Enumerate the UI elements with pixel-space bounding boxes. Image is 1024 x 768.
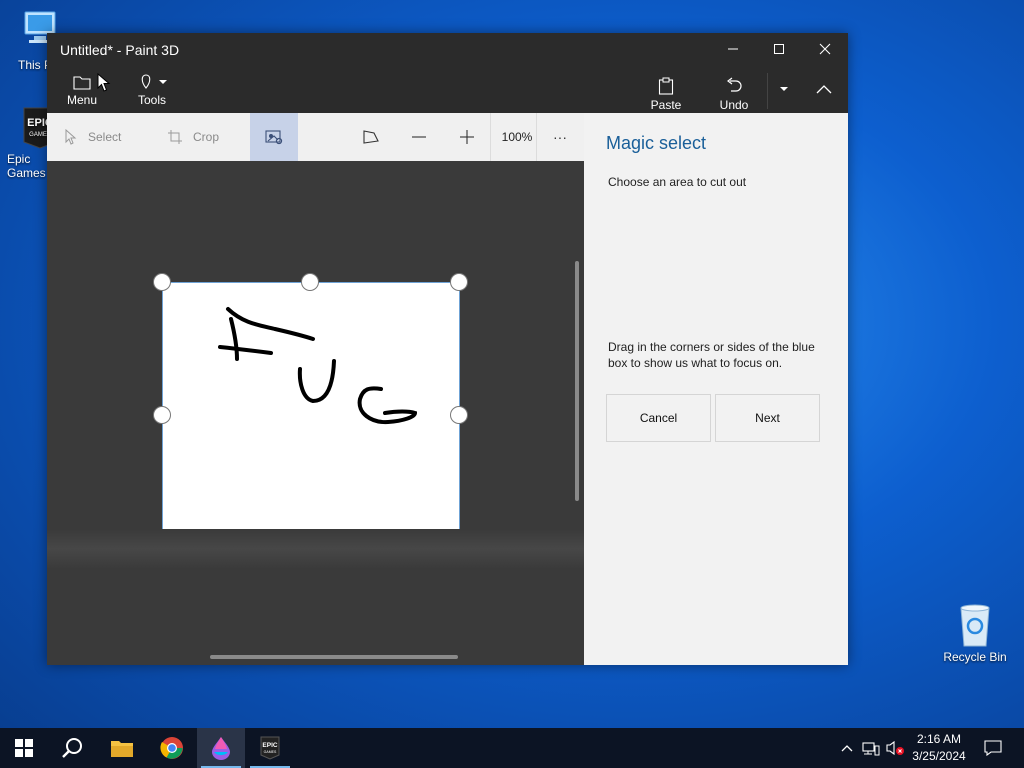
zoom-out-button[interactable]: [401, 113, 437, 161]
maximize-icon: [774, 44, 784, 54]
collapse-ribbon-button[interactable]: [807, 67, 841, 113]
menu-label: Menu: [66, 92, 98, 107]
file-explorer-icon: [111, 741, 133, 757]
tools-label: Tools: [137, 92, 166, 107]
selection-handle-top-right[interactable]: [450, 273, 468, 291]
selection-handle-top[interactable]: [301, 273, 319, 291]
start-button[interactable]: [0, 728, 48, 768]
tools-button[interactable]: Tools: [130, 67, 174, 113]
ribbon: Menu Tools Paste Undo: [47, 67, 848, 113]
system-clock[interactable]: 2:16 AM 3/25/2024: [906, 731, 972, 765]
selection-handle-left[interactable]: [153, 406, 171, 424]
svg-text:EPIC: EPIC: [262, 742, 277, 749]
crop-icon: [168, 130, 182, 144]
volume-button[interactable]: [884, 728, 906, 768]
panel-title: Magic select: [606, 133, 707, 153]
network-icon: [862, 742, 880, 756]
taskbar-chrome[interactable]: [148, 728, 196, 768]
select-tool-button[interactable]: Select: [64, 113, 154, 161]
select-label: Select: [88, 130, 122, 144]
toolbar-divider: [536, 113, 537, 161]
recycle-bin-icon: [960, 604, 990, 647]
undo-label: Undo: [719, 97, 749, 112]
cancel-button[interactable]: Cancel: [606, 394, 711, 442]
windows-logo-icon: [15, 739, 33, 757]
paste-button[interactable]: Paste: [644, 71, 688, 117]
undo-history-dropdown[interactable]: [772, 67, 796, 113]
taskbar-file-explorer[interactable]: [98, 728, 146, 768]
close-icon: [819, 43, 831, 55]
clock-time: 2:16 AM: [916, 732, 962, 746]
flag-3d-icon: [363, 130, 379, 144]
next-button[interactable]: Next: [715, 394, 820, 442]
undo-icon: [727, 77, 742, 92]
clock-date: 3/25/2024: [912, 749, 966, 763]
paint3d-window: Untitled* - Paint 3D Menu Tools Paste Un…: [47, 33, 848, 665]
close-button[interactable]: [802, 33, 848, 65]
title-bar[interactable]: Untitled* - Paint 3D: [47, 33, 848, 67]
paint3d-icon: [212, 737, 230, 760]
more-icon: ···: [553, 129, 567, 145]
crop-tool-button[interactable]: Crop: [167, 113, 257, 161]
undo-button[interactable]: Undo: [712, 71, 756, 117]
panel-hint: Drag in the corners or sides of the blue…: [608, 340, 815, 370]
minimize-icon: [728, 48, 738, 50]
magic-select-tool-button[interactable]: [250, 113, 298, 161]
view-3d-button[interactable]: [353, 113, 389, 161]
maximize-button[interactable]: [756, 33, 802, 65]
selection-handle-bottom[interactable]: [301, 539, 319, 557]
selection-toolbar: Select Crop 100% ···: [47, 113, 584, 161]
selection-handle-right[interactable]: [450, 406, 468, 424]
freehand-drawing: [218, 307, 418, 425]
desktop-icon-recycle-bin[interactable]: Recycle Bin: [938, 602, 1012, 664]
taskbar-paint3d[interactable]: [197, 728, 245, 768]
more-options-button[interactable]: ···: [542, 113, 578, 161]
select-arrow-icon: [65, 129, 77, 145]
zoom-level[interactable]: 100%: [494, 113, 540, 161]
volume-muted-icon: [886, 740, 904, 756]
ribbon-divider: [767, 73, 768, 109]
chevron-up-icon: [816, 84, 832, 93]
canvas-paper[interactable]: [162, 282, 460, 548]
mouse-cursor-icon: [97, 73, 111, 92]
network-status-button[interactable]: [860, 728, 882, 768]
minimize-button[interactable]: [710, 33, 756, 65]
vertical-scrollbar[interactable]: [575, 261, 579, 501]
selection-handle-top-left[interactable]: [153, 273, 171, 291]
crop-label: Crop: [193, 130, 220, 144]
canvas-area[interactable]: [47, 161, 584, 665]
search-button[interactable]: [48, 728, 96, 768]
desktop-icon-label: Epic Games Launcher: [7, 152, 46, 180]
chevron-down-icon: [780, 86, 788, 91]
notification-icon: [984, 740, 1002, 756]
tools-icon: [141, 73, 167, 89]
svg-text:GAMES: GAMES: [264, 750, 277, 754]
magic-select-panel: Magic select Choose an area to cut out D…: [584, 113, 848, 665]
folder-icon: [73, 75, 91, 90]
zoom-level-label: 100%: [501, 130, 533, 144]
taskbar-epic-games[interactable]: EPIC GAMES: [246, 728, 294, 768]
action-center-button[interactable]: [978, 728, 1008, 768]
desktop-icon-label: Recycle Bin: [943, 650, 1007, 664]
chrome-icon: [160, 737, 183, 759]
horizontal-scrollbar[interactable]: [210, 655, 458, 659]
window-title: Untitled* - Paint 3D: [60, 42, 180, 58]
epic-games-icon: EPIC GAMES: [260, 736, 280, 760]
show-hidden-icons-button[interactable]: [838, 728, 856, 768]
selection-handle-bottom-left[interactable]: [153, 539, 171, 557]
panel-subtitle: Choose an area to cut out: [608, 175, 747, 189]
zoom-in-button[interactable]: [449, 113, 485, 161]
minus-icon: [412, 136, 426, 138]
selection-handle-bottom-right[interactable]: [450, 539, 468, 557]
plus-icon: [460, 130, 474, 144]
taskbar: EPIC GAMES 2:16 AM 3/25/2024: [0, 728, 1024, 768]
toolbar-divider: [490, 113, 491, 161]
paste-label: Paste: [650, 97, 682, 112]
clipboard-icon: [658, 77, 674, 95]
magic-select-icon: [265, 130, 283, 145]
search-icon: [62, 738, 82, 758]
chevron-up-icon: [841, 745, 853, 752]
